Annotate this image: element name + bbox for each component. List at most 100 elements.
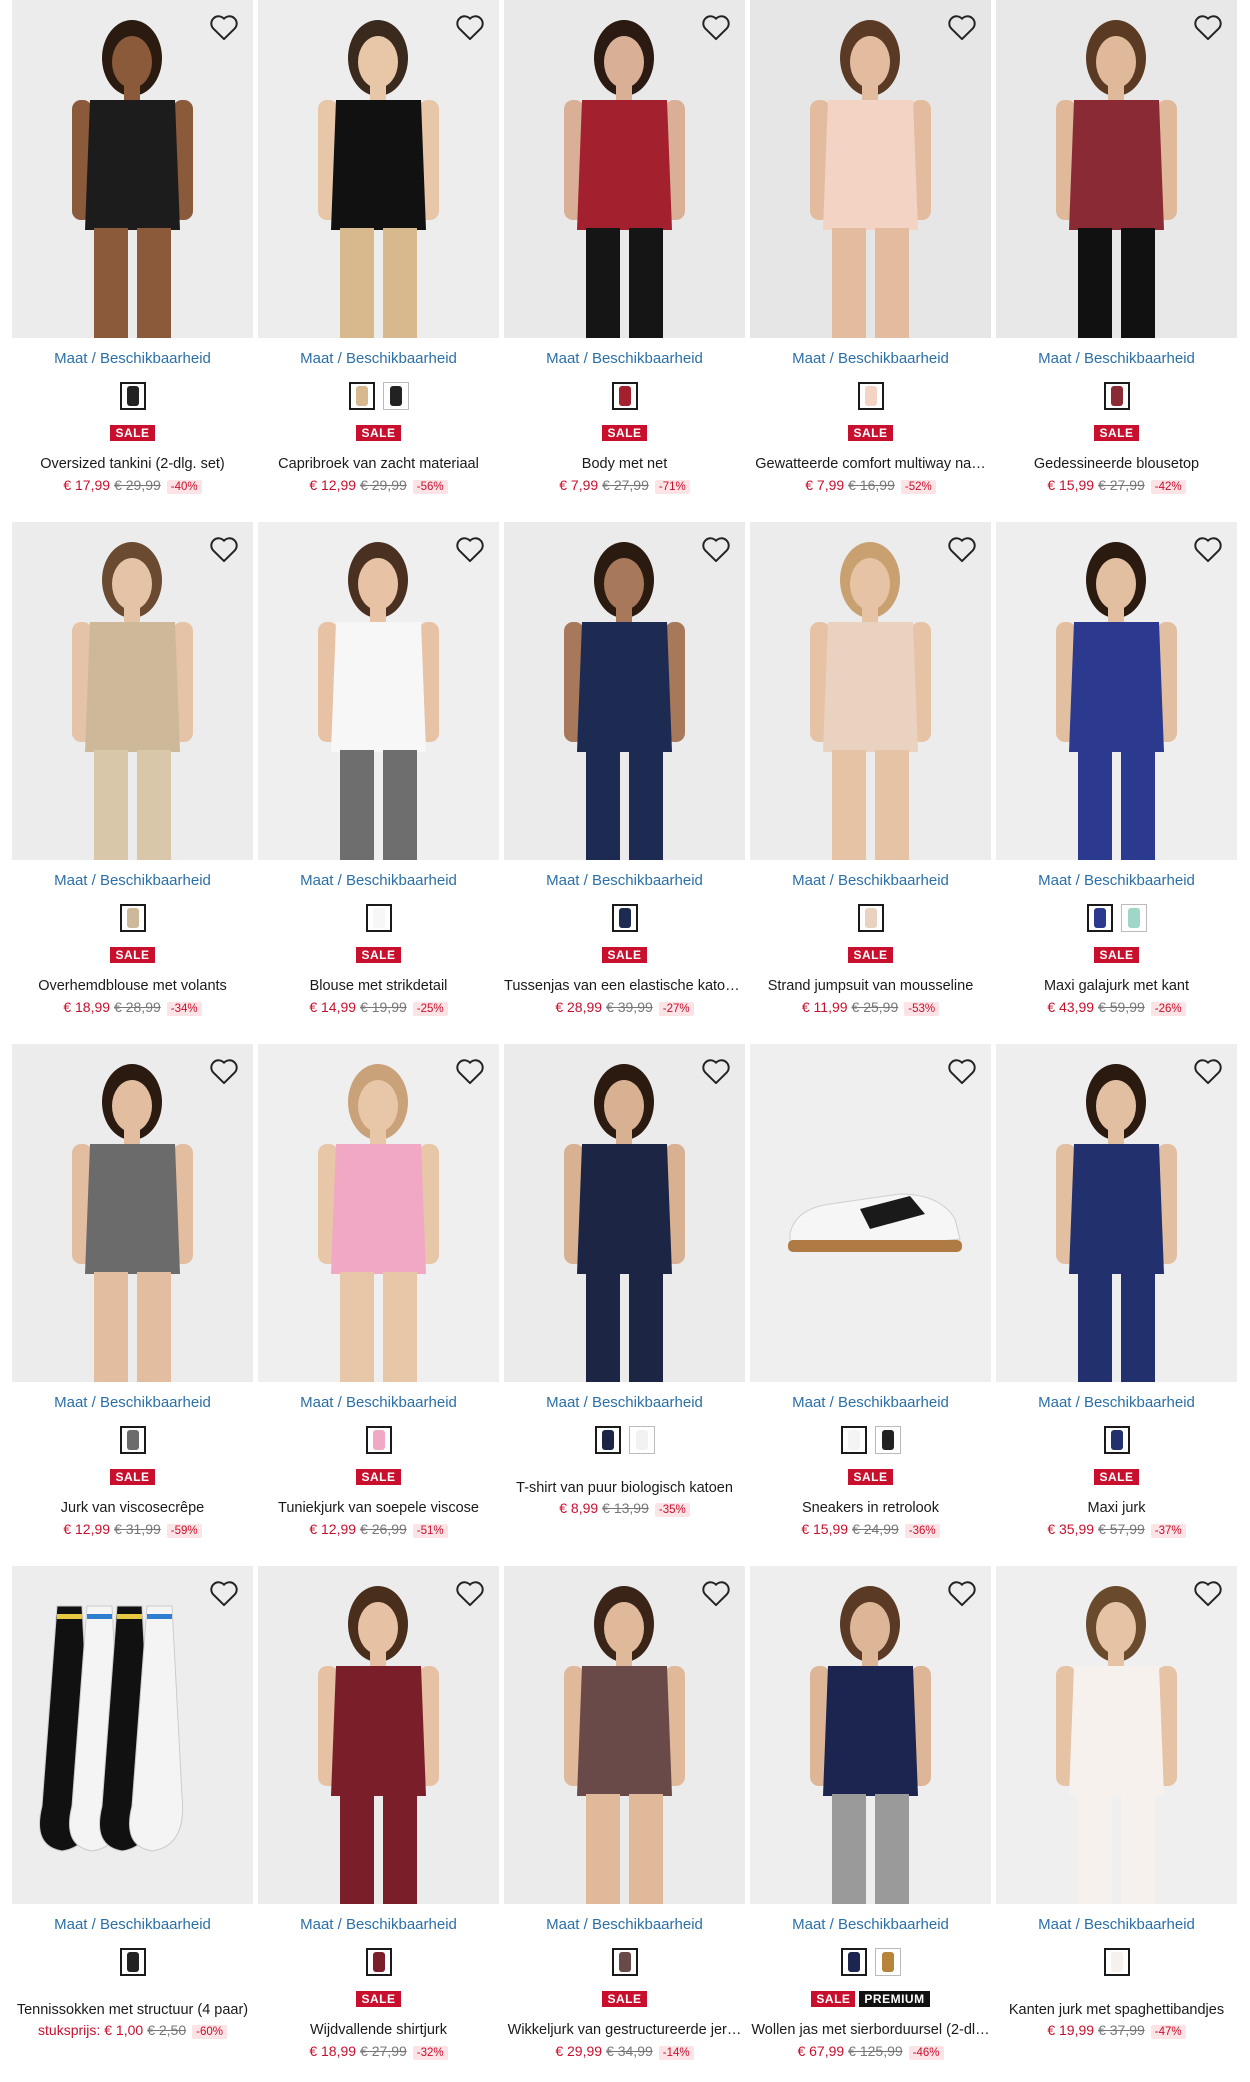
size-availability-link[interactable]: Maat / Beschikbaarheid [750,1394,991,1411]
size-availability-link[interactable]: Maat / Beschikbaarheid [504,350,745,367]
product-name[interactable]: Wollen jas met sierborduursel (2-dl… [750,2022,991,2038]
size-availability-link[interactable]: Maat / Beschikbaarheid [504,1916,745,1933]
product-card[interactable]: Maat / Beschikbaarheid SALE Maxi jurk € 35,… [996,1044,1237,1554]
product-card[interactable]: Maat / Beschikbaarheid Tennissokken met s… [12,1566,253,2076]
heart-icon[interactable] [1191,532,1225,566]
color-swatch[interactable] [382,382,409,410]
product-image[interactable] [996,1566,1237,1904]
heart-icon[interactable] [453,10,487,44]
product-image[interactable] [750,0,991,338]
heart-icon[interactable] [945,1054,979,1088]
product-name[interactable]: Blouse met strikdetail [258,978,499,994]
product-name[interactable]: Gedessineerde blousetop [996,456,1237,472]
product-name[interactable]: Maxi galajurk met kant [996,978,1237,994]
product-card[interactable]: Maat / Beschikbaarheid SALE Oversized tank… [12,0,253,510]
product-name[interactable]: Body met net [504,456,745,472]
size-availability-link[interactable]: Maat / Beschikbaarheid [504,872,745,889]
product-card[interactable]: Maat / Beschikbaarheid SALE Overhemdblouse… [12,522,253,1032]
color-swatch[interactable] [857,382,884,410]
heart-icon[interactable] [453,1054,487,1088]
size-availability-link[interactable]: Maat / Beschikbaarheid [12,350,253,367]
color-swatch[interactable] [1120,904,1147,932]
product-card[interactable]: Maat / Beschikbaarheid SALE Wijdvallende s… [258,1566,499,2076]
product-card[interactable]: Maat / Beschikbaarheid SALE Tussenjas van … [504,522,745,1032]
heart-icon[interactable] [699,10,733,44]
size-availability-link[interactable]: Maat / Beschikbaarheid [258,1916,499,1933]
product-image[interactable] [12,0,253,338]
color-swatch[interactable] [874,1426,901,1454]
heart-icon[interactable] [945,1576,979,1610]
heart-icon[interactable] [1191,1576,1225,1610]
product-card[interactable]: Maat / Beschikbaarheid SALE Maxi galajurk … [996,522,1237,1032]
product-name[interactable]: Tuniekjurk van soepele viscose [258,1500,499,1516]
product-card[interactable]: Maat / Beschikbaarheid SALE Gedessineerde … [996,0,1237,510]
size-availability-link[interactable]: Maat / Beschikbaarheid [258,1394,499,1411]
product-name[interactable]: Wikkeljurk van gestructureerde jer… [504,2022,745,2038]
color-swatch[interactable] [365,1948,392,1976]
product-image[interactable] [12,522,253,860]
product-image[interactable] [504,1044,745,1382]
color-swatch[interactable] [1103,1426,1130,1454]
color-swatch[interactable] [119,1426,146,1454]
color-swatch[interactable] [628,1426,655,1454]
product-name[interactable]: Jurk van viscosecrêpe [12,1500,253,1516]
product-image[interactable] [504,522,745,860]
product-image[interactable] [12,1566,253,1904]
color-swatch[interactable] [594,1426,621,1454]
product-card[interactable]: Maat / Beschikbaarheid Kanten jurk met sp… [996,1566,1237,2076]
heart-icon[interactable] [699,1576,733,1610]
product-image[interactable] [258,1044,499,1382]
product-image[interactable] [750,522,991,860]
color-swatch[interactable] [857,904,884,932]
size-availability-link[interactable]: Maat / Beschikbaarheid [258,872,499,889]
size-availability-link[interactable]: Maat / Beschikbaarheid [750,872,991,889]
product-image[interactable] [12,1044,253,1382]
product-image[interactable] [504,0,745,338]
size-availability-link[interactable]: Maat / Beschikbaarheid [12,1394,253,1411]
size-availability-link[interactable]: Maat / Beschikbaarheid [12,1916,253,1933]
product-image[interactable] [258,1566,499,1904]
color-swatch[interactable] [840,1948,867,1976]
product-name[interactable]: Maxi jurk [996,1500,1237,1516]
product-name[interactable]: Capribroek van zacht materiaal [258,456,499,472]
product-card[interactable]: Maat / Beschikbaarheid T-shirt van puur b… [504,1044,745,1554]
color-swatch[interactable] [611,1948,638,1976]
product-image[interactable] [258,0,499,338]
color-swatch[interactable] [1103,382,1130,410]
product-name[interactable]: Tussenjas van een elastische katoe… [504,978,745,994]
color-swatch[interactable] [1103,1948,1130,1976]
heart-icon[interactable] [945,10,979,44]
heart-icon[interactable] [699,1054,733,1088]
product-card[interactable]: Maat / Beschikbaarheid SALE Strand jumpsui… [750,522,991,1032]
heart-icon[interactable] [207,10,241,44]
color-swatch[interactable] [365,904,392,932]
size-availability-link[interactable]: Maat / Beschikbaarheid [504,1394,745,1411]
product-image[interactable] [996,1044,1237,1382]
product-name[interactable]: T-shirt van puur biologisch katoen [504,1480,745,1496]
product-card[interactable]: Maat / Beschikbaarheid SALE Blouse met str… [258,522,499,1032]
product-name[interactable]: Sneakers in retrolook [750,1500,991,1516]
product-name[interactable]: Tennissokken met structuur (4 paar) [12,2002,253,2018]
product-image[interactable] [258,522,499,860]
color-swatch[interactable] [874,1948,901,1976]
size-availability-link[interactable]: Maat / Beschikbaarheid [996,1916,1237,1933]
color-swatch[interactable] [1086,904,1113,932]
product-name[interactable]: Kanten jurk met spaghettibandjes [996,2002,1237,2018]
size-availability-link[interactable]: Maat / Beschikbaarheid [750,350,991,367]
heart-icon[interactable] [453,532,487,566]
size-availability-link[interactable]: Maat / Beschikbaarheid [996,1394,1237,1411]
size-availability-link[interactable]: Maat / Beschikbaarheid [258,350,499,367]
heart-icon[interactable] [1191,1054,1225,1088]
heart-icon[interactable] [207,532,241,566]
color-swatch[interactable] [119,382,146,410]
product-card[interactable]: Maat / Beschikbaarheid SALE Tuniekjurk van… [258,1044,499,1554]
product-image[interactable] [504,1566,745,1904]
size-availability-link[interactable]: Maat / Beschikbaarheid [996,350,1237,367]
heart-icon[interactable] [945,532,979,566]
heart-icon[interactable] [699,532,733,566]
color-swatch[interactable] [119,1948,146,1976]
color-swatch[interactable] [348,382,375,410]
product-name[interactable]: Oversized tankini (2-dlg. set) [12,456,253,472]
color-swatch[interactable] [840,1426,867,1454]
product-card[interactable]: Maat / Beschikbaarheid SALE Sneakers in re… [750,1044,991,1554]
